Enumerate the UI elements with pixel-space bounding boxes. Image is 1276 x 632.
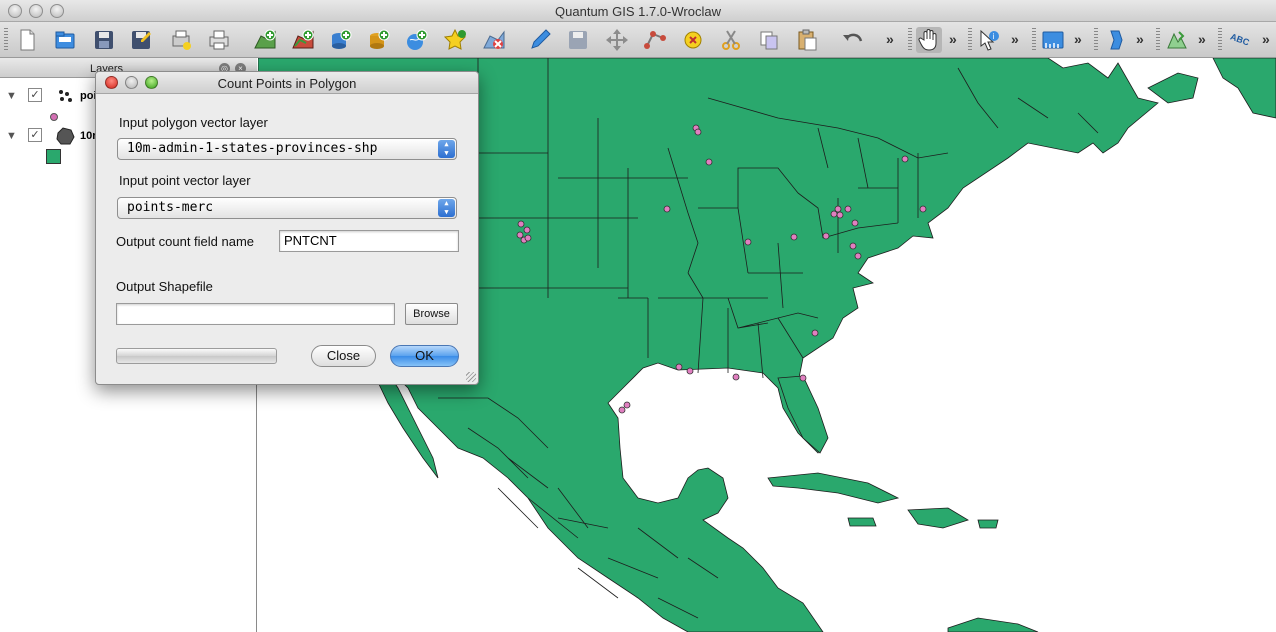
save-as-icon[interactable] — [128, 27, 154, 53]
polygon-symbol — [46, 149, 61, 164]
undo-icon[interactable] — [840, 27, 866, 53]
resize-grip[interactable] — [466, 372, 476, 382]
toolbar-grip[interactable] — [1094, 28, 1098, 52]
toolbar-grip[interactable] — [908, 28, 912, 52]
ok-button[interactable]: OK — [390, 345, 459, 367]
count-field-input[interactable]: PNTCNT — [279, 230, 459, 252]
add-raster-layer-icon[interactable] — [290, 27, 316, 53]
polygon-layer-icon — [56, 127, 75, 145]
gps-icon[interactable] — [1164, 27, 1190, 53]
count-points-dialog: Count Points in Polygon Input polygon ve… — [95, 71, 479, 385]
progress-bar — [116, 348, 277, 364]
point-layer-icon — [59, 90, 72, 102]
polygon-layer-label: Input polygon vector layer — [119, 115, 268, 130]
select-icon[interactable] — [1102, 27, 1128, 53]
output-shapefile-input[interactable] — [116, 303, 395, 325]
chevron-updown-icon: ▲ ▼ — [438, 199, 455, 217]
toolbar-grip[interactable] — [1032, 28, 1036, 52]
copy-features-icon[interactable] — [756, 27, 782, 53]
identify-icon[interactable]: i — [976, 27, 1002, 53]
toolbar-overflow-icon[interactable]: » — [1136, 31, 1144, 47]
output-shapefile-label: Output Shapefile — [116, 279, 213, 294]
measure-icon[interactable] — [1040, 27, 1066, 53]
count-field-label: Output count field name — [116, 234, 255, 249]
toolbar-grip[interactable] — [1156, 28, 1160, 52]
save-edits-icon[interactable] — [565, 27, 591, 53]
expand-triangle-icon[interactable]: ▼ — [6, 130, 17, 142]
svg-text:i: i — [993, 32, 995, 41]
toolbar-grip[interactable] — [968, 28, 972, 52]
remove-layer-icon[interactable] — [481, 27, 507, 53]
paste-features-icon[interactable] — [794, 27, 820, 53]
svg-text:ABC: ABC — [1229, 32, 1251, 48]
new-project-icon[interactable] — [14, 27, 40, 53]
toolbar-grip[interactable] — [1218, 28, 1222, 52]
toolbar-overflow-icon[interactable]: » — [886, 31, 894, 47]
add-postgis-layer-icon[interactable] — [328, 27, 354, 53]
print-icon[interactable] — [206, 27, 232, 53]
toolbar-overflow-icon[interactable]: » — [1198, 31, 1206, 47]
point-symbol — [50, 113, 58, 121]
polygon-layer-select[interactable]: 10m-admin-1-states-provinces-shp ▲ ▼ — [117, 138, 457, 160]
polygon-layer-value: 10m-admin-1-states-provinces-shp — [127, 141, 378, 156]
point-layer-label: Input point vector layer — [119, 173, 251, 188]
point-layer-select[interactable]: points-merc ▲ ▼ — [117, 197, 457, 219]
toolbar-overflow-icon[interactable]: » — [1262, 31, 1270, 47]
toolbar-overflow-icon[interactable]: » — [1074, 31, 1082, 47]
cut-features-icon[interactable] — [718, 27, 744, 53]
pan-map-icon[interactable] — [916, 27, 942, 53]
chevron-updown-icon: ▲ ▼ — [438, 140, 455, 158]
new-print-composer-icon[interactable] — [168, 27, 194, 53]
add-vector-layer-icon[interactable] — [252, 27, 278, 53]
layer-visibility-checkbox[interactable]: ✓ — [28, 128, 42, 142]
delete-selected-icon[interactable] — [680, 27, 706, 53]
node-tool-icon[interactable] — [642, 27, 668, 53]
dialog-title: Count Points in Polygon — [217, 76, 357, 91]
add-wfs-layer-icon[interactable] — [443, 27, 469, 53]
browse-button[interactable]: Browse — [405, 303, 458, 325]
add-wms-layer-icon[interactable] — [404, 27, 430, 53]
toolbar-overflow-icon[interactable]: » — [1011, 31, 1019, 47]
add-spatialite-layer-icon[interactable] — [366, 27, 392, 53]
main-toolbar: » » i » » » » ABC » — [0, 22, 1276, 58]
toggle-editing-icon[interactable] — [527, 27, 553, 53]
open-project-icon[interactable] — [52, 27, 78, 53]
expand-triangle-icon[interactable]: ▼ — [6, 90, 17, 102]
layer-visibility-checkbox[interactable]: ✓ — [28, 88, 42, 102]
move-feature-icon[interactable] — [604, 27, 630, 53]
window-titlebar: Quantum GIS 1.7.0-Wroclaw — [0, 0, 1276, 22]
point-layer-value: points-merc — [127, 200, 214, 215]
toolbar-overflow-icon[interactable]: » — [949, 31, 957, 47]
toolbar-grip[interactable] — [4, 28, 8, 52]
save-project-icon[interactable] — [91, 27, 117, 53]
close-button[interactable]: Close — [311, 345, 376, 367]
label-icon[interactable]: ABC — [1228, 27, 1254, 53]
window-title: Quantum GIS 1.7.0-Wroclaw — [555, 4, 721, 19]
dialog-titlebar: Count Points in Polygon — [96, 72, 478, 94]
